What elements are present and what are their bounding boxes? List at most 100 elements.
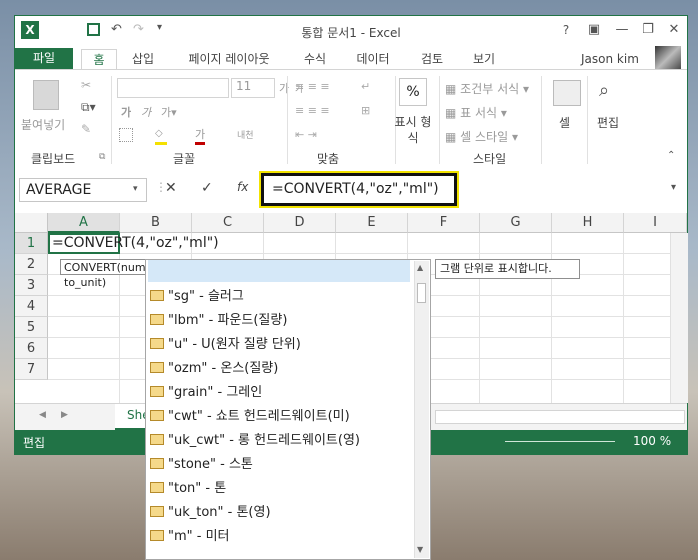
formula-input[interactable]: =CONVERT(4,"oz","ml") <box>259 171 459 208</box>
italic-button[interactable]: 가 <box>141 104 151 120</box>
avatar[interactable] <box>655 46 681 70</box>
font-name-combo[interactable] <box>117 78 229 98</box>
column-header-a[interactable]: A <box>48 213 120 233</box>
column-header-c[interactable]: C <box>192 213 264 233</box>
collapse-ribbon-icon[interactable]: ⌃ <box>667 150 675 161</box>
align-top-icon[interactable]: ≡ ≡ ≡ <box>295 80 330 93</box>
find-icon[interactable]: ⌕ <box>599 80 609 101</box>
conditional-format-button[interactable]: ▦ 조건부 서식 ▾ <box>445 80 529 97</box>
indent-icon[interactable]: ⇤ ⇥ <box>295 128 317 141</box>
scroll-thumb[interactable] <box>417 283 426 303</box>
tab-view[interactable]: 보기 <box>467 49 501 70</box>
border-icon[interactable] <box>119 128 133 142</box>
constant-icon <box>150 506 164 517</box>
font-size-combo[interactable]: 11 <box>231 78 275 98</box>
row-header-6[interactable]: 6 <box>15 338 48 359</box>
ribbon-display-icon[interactable]: ▣ <box>581 18 607 42</box>
format-painter-icon[interactable]: ✎ <box>81 122 91 136</box>
constant-icon <box>150 290 164 301</box>
row-header-4[interactable]: 4 <box>15 296 48 317</box>
list-item[interactable]: "m" - 미터 <box>148 525 410 549</box>
merge-icon[interactable]: ⊞ <box>361 104 370 117</box>
row-header-7[interactable]: 7 <box>15 359 48 380</box>
constant-icon <box>150 530 164 541</box>
column-header-b[interactable]: B <box>120 213 192 233</box>
cells-icon[interactable] <box>553 80 581 106</box>
enter-icon[interactable]: ✓ <box>201 180 213 196</box>
list-item[interactable]: "ozm" - 온스(질량) <box>148 357 410 381</box>
percent-icon[interactable]: % <box>399 78 427 106</box>
column-header-f[interactable]: F <box>408 213 480 233</box>
constant-icon <box>150 314 164 325</box>
list-item[interactable] <box>148 260 410 282</box>
scroll-down-icon[interactable]: ▼ <box>417 545 423 554</box>
font-color-icon[interactable]: 가 <box>195 126 206 145</box>
align-left-icon[interactable]: ≡ ≡ ≡ <box>295 104 330 117</box>
list-item[interactable]: "uk_cwt" - 롱 헌드레드웨이트(영) <box>148 429 410 453</box>
restore-icon[interactable]: ❐ <box>635 18 661 42</box>
tab-page-layout[interactable]: 페이지 레이아웃 <box>179 49 279 70</box>
row-header-5[interactable]: 5 <box>15 317 48 338</box>
list-item[interactable]: "lbm" - 파운드(질량) <box>148 309 410 333</box>
description-tooltip: 그램 단위로 표시합니다. <box>435 259 580 279</box>
tab-formulas[interactable]: 수식 <box>295 49 335 70</box>
wrap-text-icon[interactable]: ↵ <box>361 80 370 93</box>
minimize-icon[interactable]: — <box>609 18 635 42</box>
list-item[interactable]: "ton" - 톤 <box>148 477 410 501</box>
paste-button[interactable]: 붙여넣기 <box>21 116 65 133</box>
column-header-d[interactable]: D <box>264 213 336 233</box>
dialog-launcher-icon[interactable]: ⧉ <box>99 152 105 162</box>
underline-icon[interactable]: 가▾ <box>161 104 177 120</box>
zoom-slider[interactable] <box>505 441 615 442</box>
cut-icon[interactable]: ✂ <box>81 78 91 92</box>
fill-color-icon[interactable]: ◇ <box>155 128 167 145</box>
list-item[interactable]: "grain" - 그레인 <box>148 381 410 405</box>
format-table-button[interactable]: ▦ 표 서식 ▾ <box>445 104 507 121</box>
column-header-e[interactable]: E <box>336 213 408 233</box>
cells-button[interactable]: 셀 <box>559 114 570 131</box>
column-header-h[interactable]: H <box>552 213 624 233</box>
column-header-i[interactable]: I <box>624 213 687 233</box>
cell-a1-editor[interactable]: =CONVERT(4,"oz","ml") <box>48 233 219 254</box>
insert-function-icon[interactable]: fx <box>237 180 248 194</box>
tab-review[interactable]: 검토 <box>415 49 449 70</box>
user-name[interactable]: Jason kim <box>581 52 639 66</box>
font-group-label: 글꼴 <box>173 152 196 166</box>
editing-button[interactable]: 편집 <box>597 114 619 131</box>
list-item[interactable]: "uk_ton" - 톤(영) <box>148 501 410 525</box>
scroll-up-icon[interactable]: ▲ <box>417 263 423 272</box>
tab-file[interactable]: 파일 <box>15 48 73 70</box>
phonetic-button[interactable]: 내천 <box>237 128 254 141</box>
name-box[interactable]: AVERAGE <box>19 178 147 202</box>
row-header-1[interactable]: 1 <box>15 233 48 254</box>
number-format-button[interactable]: 표시 형식 <box>391 114 435 146</box>
cell-styles-button[interactable]: ▦ 셀 스타일 ▾ <box>445 128 518 145</box>
column-header-g[interactable]: G <box>480 213 552 233</box>
tab-insert[interactable]: 삽입 <box>123 49 163 70</box>
row-header-2[interactable]: 2 <box>15 254 48 275</box>
prev-sheet-icon[interactable]: ◀ <box>39 410 46 420</box>
paste-icon[interactable] <box>33 80 59 110</box>
list-item[interactable]: "u" - U(원자 질량 단위) <box>148 333 410 357</box>
zoom-level[interactable]: 100 % <box>633 434 671 448</box>
cancel-icon[interactable]: ✕ <box>165 180 177 196</box>
autocomplete-scrollbar[interactable]: ▲ ▼ <box>414 261 429 558</box>
list-item[interactable]: "stone" - 스톤 <box>148 453 410 477</box>
select-all-corner[interactable] <box>15 213 48 233</box>
row-header-3[interactable]: 3 <box>15 275 48 296</box>
next-sheet-icon[interactable]: ▶ <box>61 410 68 420</box>
tab-data[interactable]: 데이터 <box>349 49 397 70</box>
help-icon[interactable]: ? <box>553 18 579 42</box>
name-box-dropdown-icon[interactable]: ▾ <box>133 184 138 194</box>
bold-button[interactable]: 가 <box>121 104 131 120</box>
constant-icon <box>150 458 164 469</box>
styles-group-label: 스타일 <box>473 152 507 166</box>
list-item[interactable]: "sg" - 슬러그 <box>148 285 410 309</box>
vertical-scrollbar[interactable] <box>670 233 688 403</box>
list-item[interactable]: "cwt" - 쇼트 헌드레드웨이트(미) <box>148 405 410 429</box>
horizontal-scrollbar[interactable] <box>435 410 685 424</box>
copy-icon[interactable]: ⧉▾ <box>81 100 96 115</box>
constant-icon <box>150 410 164 421</box>
expand-formula-icon[interactable]: ▾ <box>671 182 676 193</box>
close-icon[interactable]: ✕ <box>661 18 687 42</box>
